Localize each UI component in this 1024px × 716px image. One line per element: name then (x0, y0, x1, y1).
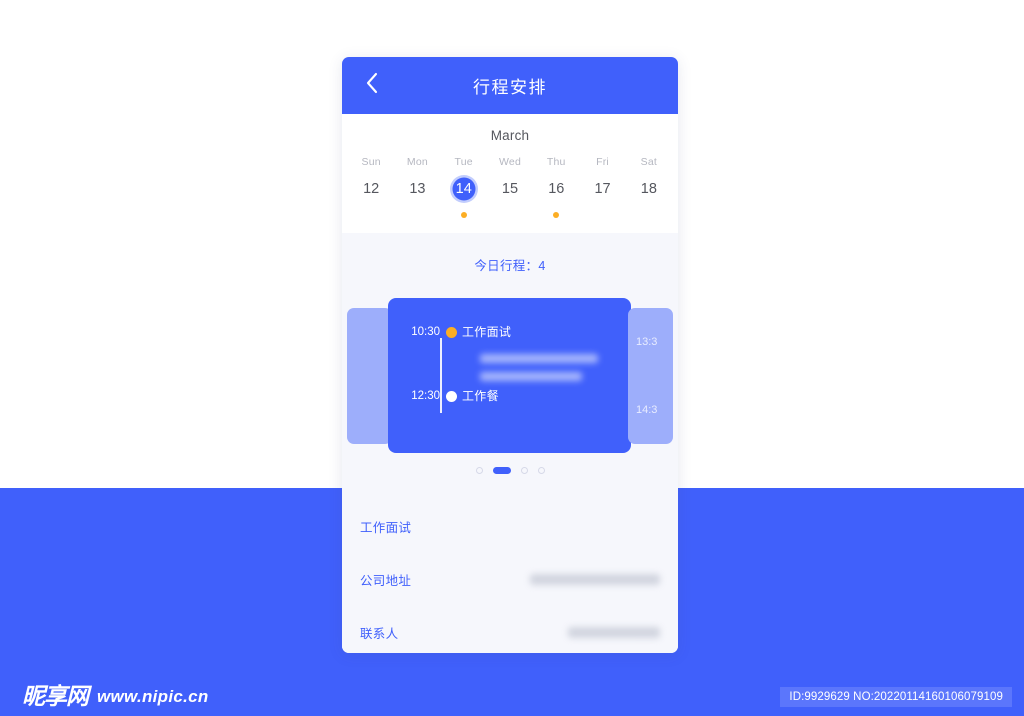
calendar-day-number: 17 (594, 180, 611, 197)
calendar-day-number: 14 (455, 180, 472, 197)
calendar-day-fri[interactable]: Fri 17 (579, 156, 625, 221)
timeline-dot-orange-icon (445, 327, 457, 338)
calendar-day-circle: 12 (357, 175, 385, 203)
detail-row-title[interactable]: 工作面试 (360, 500, 660, 553)
detail-value-blurred (568, 627, 660, 638)
peek-card-time: 13:3 (636, 336, 658, 348)
calendar-day-number: 12 (363, 180, 380, 197)
timeline-end-time: 12:30 (411, 390, 440, 402)
calendar-day-number: 16 (548, 180, 565, 197)
calendar-day-number: 15 (501, 180, 519, 197)
calendar-dow-label: Sat (640, 156, 658, 168)
detail-row-address[interactable]: 公司地址 (360, 553, 660, 606)
pagination-dot-1[interactable] (475, 467, 483, 474)
timeline-end-marker (440, 390, 462, 402)
calendar-dow-label: Wed (498, 156, 521, 168)
schedule-section: 今日行程：4 10:30 工作面试 12:30 工作餐 13:3 14:3 (342, 233, 678, 488)
today-schedule-count: 今日行程：4 (474, 259, 546, 273)
timeline-row-start: 10:30 工作面试 (406, 326, 631, 350)
schedule-timeline: 10:30 工作面试 12:30 工作餐 (388, 326, 631, 414)
calendar-day-sat[interactable]: Sat 18 (626, 156, 672, 221)
calendar-day-number: 13 (409, 180, 426, 197)
schedule-carousel[interactable]: 10:30 工作面试 12:30 工作餐 13:3 14:3 (342, 298, 678, 453)
event-dot-icon (553, 212, 560, 218)
page-title: 行程安排 (473, 78, 547, 97)
timeline-end-title: 工作餐 (462, 389, 499, 403)
calendar-month-label: March (490, 128, 530, 143)
phone-mockup: 行程安排 March Sun 12 Mon 13 Tue 14 Wed 15 T… (342, 57, 678, 653)
timeline-row-end: 12:30 工作餐 (406, 390, 631, 414)
calendar-dow-label: Mon (406, 156, 428, 168)
calendar-day-number: 18 (640, 180, 657, 197)
image-id-badge: ID:9929629 NO:20220114160106079109 (780, 687, 1012, 707)
event-dot-icon (460, 212, 467, 218)
watermark-logo: 昵享网 (22, 683, 89, 709)
calendar-day-circle: 13 (403, 175, 431, 203)
calendar-day-tue-selected[interactable]: Tue 14 (441, 156, 487, 221)
calendar-event-dot-slot (553, 209, 560, 221)
calendar-day-thu[interactable]: Thu 16 (533, 156, 579, 221)
detail-label: 联系人 (360, 627, 399, 641)
calendar-dow-label: Thu (546, 156, 566, 168)
timeline-start-marker (440, 326, 462, 338)
calendar-event-dot-slot (460, 209, 467, 221)
timeline-start-title: 工作面试 (462, 325, 512, 339)
schedule-card-next[interactable]: 13:3 14:3 (628, 308, 673, 444)
detail-label: 工作面试 (360, 521, 412, 535)
calendar-day-circle: 17 (589, 175, 617, 203)
pagination-dot-3[interactable] (520, 467, 528, 474)
calendar-day-mon[interactable]: Mon 13 (394, 156, 440, 221)
event-detail-list: 工作面试 公司地址 联系人 (342, 500, 678, 653)
screenshot-root: 行程安排 March Sun 12 Mon 13 Tue 14 Wed 15 T… (0, 0, 1024, 716)
calendar-day-sun[interactable]: Sun 12 (348, 156, 394, 221)
calendar-day-circle: 18 (635, 175, 663, 203)
schedule-card-active[interactable]: 10:30 工作面试 12:30 工作餐 (388, 298, 631, 453)
timeline-start-time: 10:30 (411, 326, 440, 338)
blurred-text-line (480, 354, 598, 363)
detail-value-blurred (530, 574, 660, 585)
blurred-text-line (480, 372, 582, 381)
calendar-dow-label: Tue (454, 156, 473, 168)
calendar-strip: March Sun 12 Mon 13 Tue 14 Wed 15 Thu 16… (342, 114, 678, 233)
calendar-day-circle: 15 (496, 175, 524, 203)
calendar-day-wed[interactable]: Wed 15 (487, 156, 533, 221)
app-header: 行程安排 (342, 57, 678, 114)
calendar-day-circle: 14 (450, 175, 478, 203)
calendar-days-row: Sun 12 Mon 13 Tue 14 Wed 15 Thu 16 Fri 1… (342, 156, 678, 221)
calendar-dow-label: Sun (361, 156, 381, 168)
carousel-pagination (342, 467, 678, 474)
watermark-url: www.nipic.cn (97, 686, 209, 706)
detail-label: 公司地址 (360, 574, 412, 588)
schedule-card-blurred-details (480, 354, 631, 381)
pagination-dot-2-active[interactable] (492, 467, 511, 474)
pagination-dot-4[interactable] (537, 467, 545, 474)
back-button[interactable] (356, 71, 386, 101)
calendar-day-circle: 16 (542, 175, 570, 203)
chevron-left-icon (365, 72, 378, 99)
schedule-card-previous[interactable] (347, 308, 392, 444)
detail-row-contact[interactable]: 联系人 (360, 606, 660, 653)
timeline-dot-white-icon (445, 391, 457, 402)
calendar-dow-label: Fri (596, 156, 609, 168)
site-watermark: 昵享网 www.nipic.cn (22, 685, 209, 708)
peek-card-time: 14:3 (636, 404, 658, 416)
